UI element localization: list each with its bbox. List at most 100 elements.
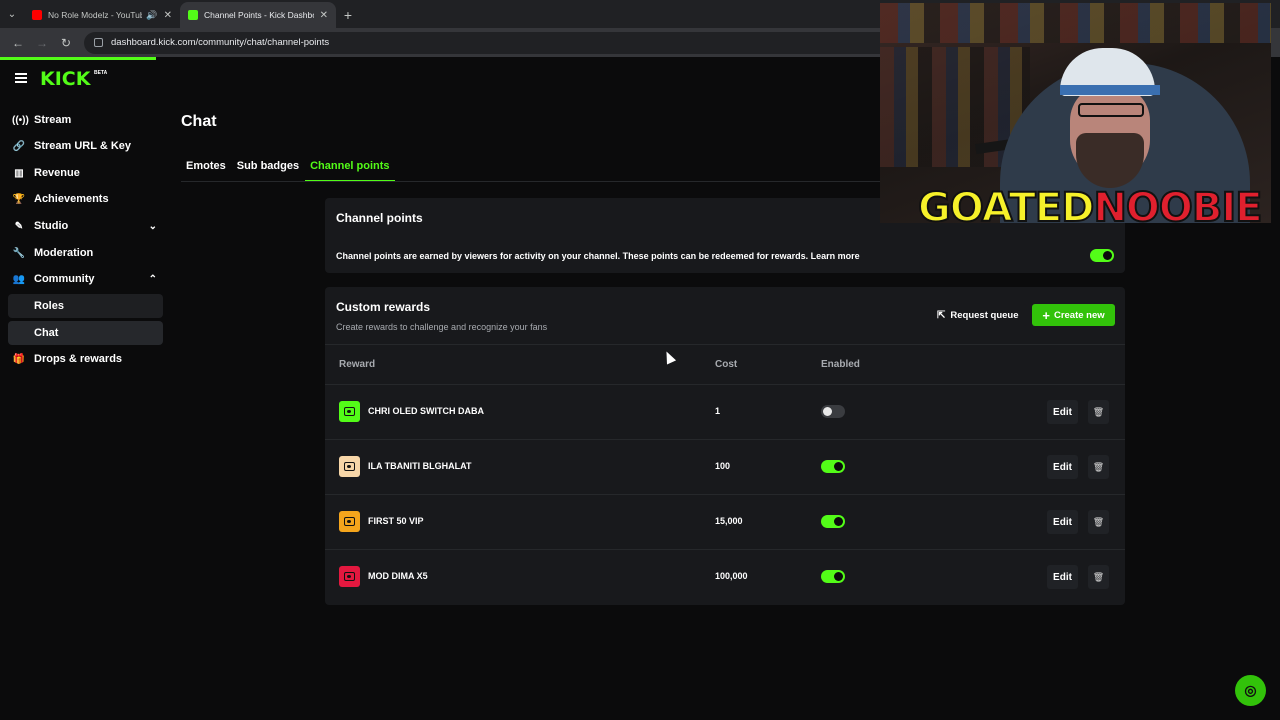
sidebar-item-label: Achievements [34, 193, 109, 205]
custom-rewards-subtitle: Create rewards to challenge and recogniz… [336, 322, 548, 332]
sidebar-item-label: Community [34, 273, 95, 285]
streamer-cap-brim [1060, 85, 1160, 95]
sidebar-item-label: Drops & rewards [34, 353, 123, 365]
reward-enabled-toggle[interactable] [821, 515, 845, 528]
reward-icon [339, 401, 360, 422]
sidebar-item-stream-url-key[interactable]: 🔗 Stream URL & Key [8, 134, 163, 158]
reward-icon [339, 566, 360, 587]
trash-icon[interactable]: 🗑 [1088, 455, 1109, 479]
sidebar-item-community[interactable]: 👥 Community ⌃ [8, 267, 163, 291]
broadcast-icon: ((•)) [12, 114, 29, 126]
create-new-label: Create new [1053, 309, 1105, 321]
table-row: FIRST 50 VIP 15,000 Edit 🗑 [325, 495, 1125, 550]
brand-part-1: GOATED [917, 185, 1095, 231]
reward-name: MOD DIMA X5 [368, 571, 428, 581]
toggle-knob [1103, 251, 1112, 260]
users-icon: 👥 [12, 273, 26, 285]
tab-emotes[interactable]: Emotes [181, 156, 231, 181]
sidebar-item-label: Stream URL & Key [34, 140, 131, 152]
rewards-table-header: Reward Cost Enabled [325, 344, 1125, 385]
toggle-knob [834, 572, 843, 581]
reward-icon [339, 511, 360, 532]
reward-name: CHRI OLED SWITCH DABA [368, 406, 484, 416]
chevron-up-icon: ⌃ [148, 273, 157, 285]
toggle-knob [834, 517, 843, 526]
column-cost: Cost [715, 359, 738, 370]
tab-title: Channel Points - Kick Dashboard [204, 10, 314, 20]
streamer-brand-logo: GOATEDNOOBIE [917, 185, 1264, 231]
tab-search-icon[interactable]: ⌄ [0, 0, 24, 28]
edit-button[interactable]: Edit [1047, 400, 1078, 424]
close-tab-icon[interactable]: ✕ [320, 10, 328, 21]
edit-button[interactable]: Edit [1047, 510, 1078, 534]
channel-points-toggle[interactable] [1090, 249, 1114, 262]
reward-cost: 15,000 [715, 516, 743, 526]
custom-rewards-card: Custom rewards Create rewards to challen… [325, 287, 1125, 605]
reward-enabled-toggle[interactable] [821, 570, 845, 583]
forward-arrow-icon[interactable]: → [30, 31, 54, 55]
reward-cost: 1 [715, 406, 721, 416]
tab-channel-points[interactable]: Channel points [305, 156, 395, 181]
kick-favicon-icon [188, 10, 198, 20]
reward-enabled-toggle[interactable] [821, 405, 845, 418]
back-arrow-icon[interactable]: ← [6, 31, 30, 55]
plus-icon: + [1042, 307, 1050, 323]
help-chat-icon[interactable]: ◎ [1235, 675, 1266, 706]
reward-enabled-toggle[interactable] [821, 460, 845, 473]
sidebar: KICK BETA ((•)) Stream 🔗 Stream URL & Ke… [0, 60, 170, 720]
trash-icon[interactable]: 🗑 [1088, 565, 1109, 589]
chevron-down-icon: ⌄ [148, 220, 157, 232]
sidebar-item-roles[interactable]: Roles [8, 294, 163, 318]
tab-sub-badges[interactable]: Sub badges [232, 156, 304, 181]
menu-icon[interactable] [15, 73, 27, 83]
queue-icon: ⇱ [937, 309, 946, 321]
request-queue-button[interactable]: ⇱ Request queue [929, 304, 1027, 326]
column-reward: Reward [339, 359, 376, 370]
trash-icon[interactable]: 🗑 [1088, 400, 1109, 424]
brand-part-2: NOOBIE [1092, 185, 1263, 231]
edit-button[interactable]: Edit [1047, 565, 1078, 589]
column-enabled: Enabled [821, 359, 860, 370]
channel-points-description: Channel points are earned by viewers for… [336, 251, 860, 261]
reward-cost: 100,000 [715, 571, 748, 581]
reward-cost: 100 [715, 461, 731, 471]
sidebar-item-drops-rewards[interactable]: 🎁 Drops & rewards [8, 347, 163, 371]
sidebar-item-stream[interactable]: ((•)) Stream [8, 108, 163, 132]
tab-title: No Role Modelz - YouTube [48, 10, 143, 20]
table-row: MOD DIMA X5 100,000 Edit 🗑 [325, 550, 1125, 605]
request-queue-label: Request queue [950, 309, 1019, 321]
url-text: dashboard.kick.com/community/chat/channe… [111, 37, 330, 48]
sidebar-item-label: Moderation [34, 247, 94, 259]
streamer-glasses [1078, 103, 1144, 117]
speaker-icon[interactable]: 🔊 [146, 10, 157, 21]
browser-tab-kick[interactable]: Channel Points - Kick Dashboard ✕ [180, 2, 336, 28]
reload-icon[interactable]: ↻ [54, 31, 78, 55]
close-tab-icon[interactable]: ✕ [164, 10, 172, 21]
custom-rewards-heading: Custom rewards [336, 300, 431, 314]
toggle-knob [834, 462, 843, 471]
youtube-favicon-icon [32, 10, 42, 20]
sidebar-item-label: Roles [34, 300, 64, 312]
reward-icon [339, 456, 360, 477]
channel-points-heading: Channel points [336, 211, 423, 225]
bar-chart-icon: ▥ [14, 167, 24, 179]
gift-icon: 🎁 [12, 353, 26, 365]
kick-logo[interactable]: KICK [40, 68, 90, 90]
new-tab-icon[interactable]: + [336, 2, 360, 28]
trash-icon[interactable]: 🗑 [1088, 510, 1109, 534]
edit-icon: ✎ [14, 220, 24, 232]
browser-tab-youtube[interactable]: No Role Modelz - YouTube 🔊 ✕ [24, 2, 180, 28]
link-icon: 🔗 [12, 140, 26, 152]
sidebar-item-chat[interactable]: Chat [8, 321, 163, 345]
sidebar-item-achievements[interactable]: 🏆 Achievements [8, 187, 163, 211]
trophy-icon: 🏆 [12, 193, 26, 205]
create-new-button[interactable]: + Create new [1032, 304, 1115, 326]
sidebar-item-revenue[interactable]: ▥ Revenue [8, 161, 163, 185]
reward-name: FIRST 50 VIP [368, 516, 424, 526]
sidebar-item-moderation[interactable]: 🔧 Moderation [8, 241, 163, 265]
site-info-icon[interactable] [94, 38, 103, 47]
sidebar-item-label: Revenue [34, 167, 80, 179]
edit-button[interactable]: Edit [1047, 455, 1078, 479]
sidebar-item-studio[interactable]: ✎ Studio ⌄ [8, 214, 163, 238]
reward-name: ILA TBANITI BLGHALAT [368, 461, 472, 471]
